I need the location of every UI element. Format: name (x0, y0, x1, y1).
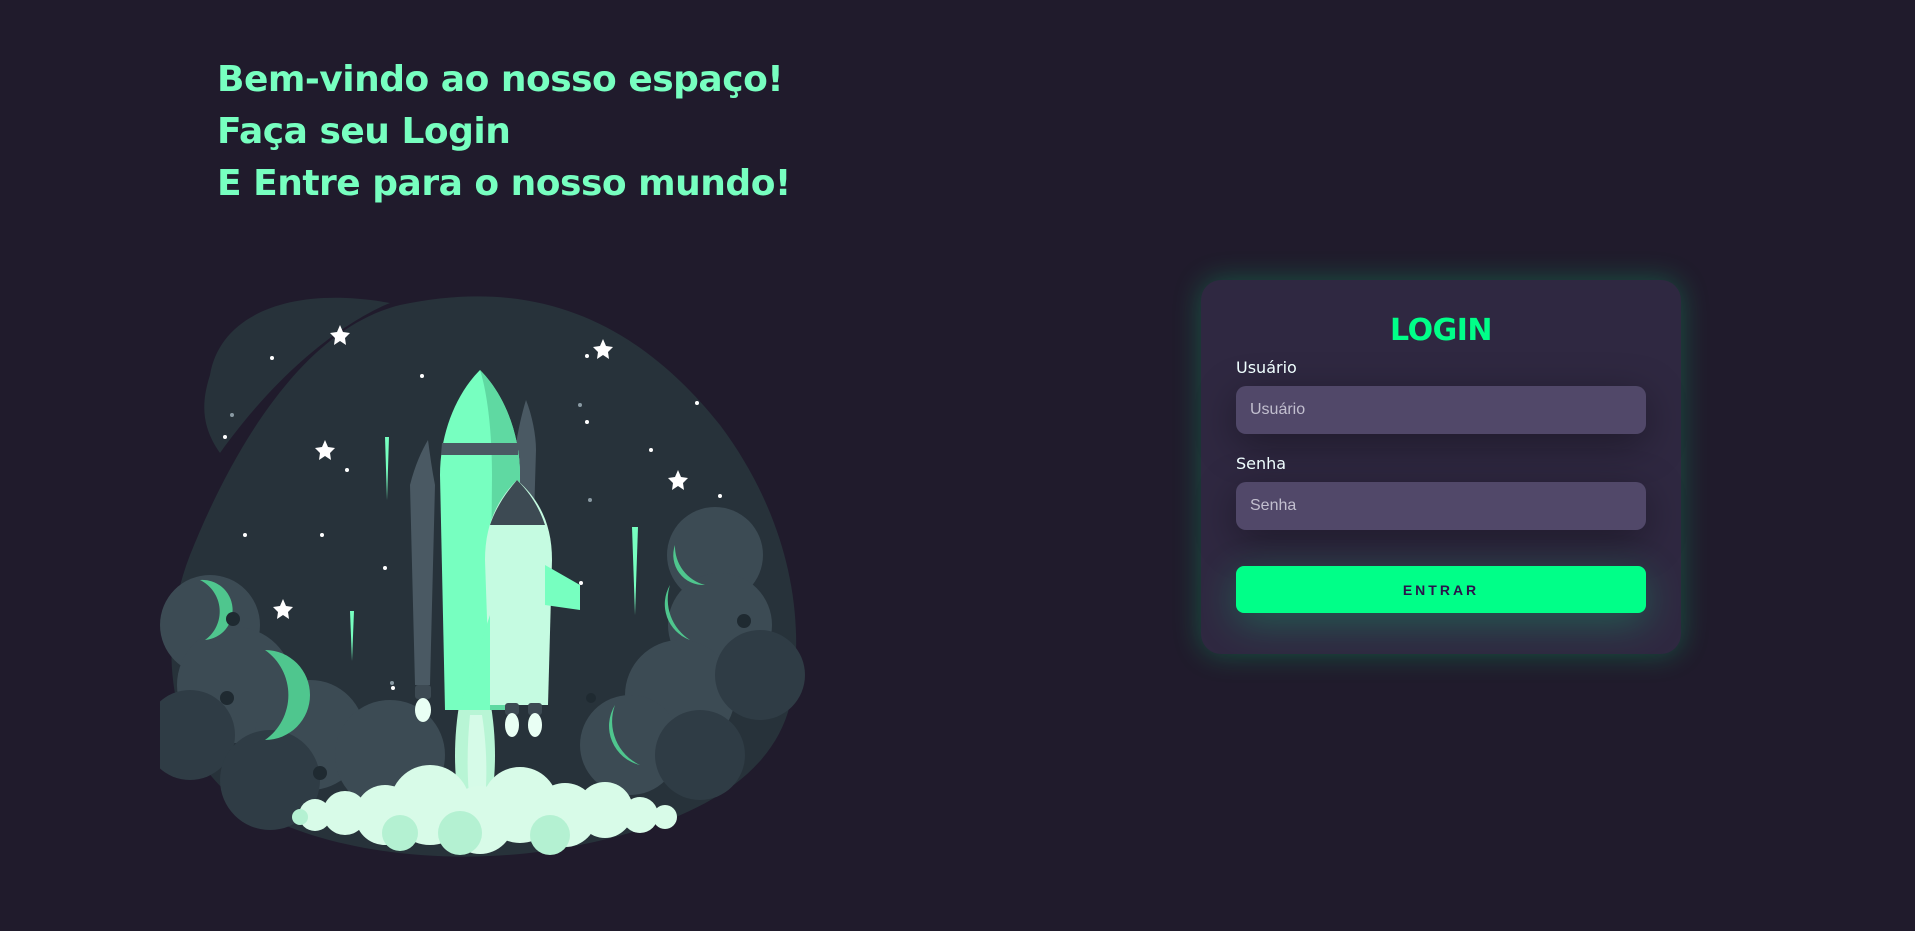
rocket-launch-illustration (160, 296, 805, 857)
password-label: Senha (1236, 454, 1287, 473)
username-label: Usuário (1236, 358, 1297, 377)
welcome-line-3: E Entre para o nosso mundo! (217, 163, 791, 204)
welcome-line-2: Faça seu Login (217, 111, 511, 152)
login-page: Bem-vindo ao nosso espaço! Faça seu Logi… (0, 0, 1915, 931)
welcome-heading: Bem-vindo ao nosso espaço! Faça seu Logi… (217, 54, 791, 210)
username-input[interactable] (1236, 386, 1646, 434)
welcome-line-1: Bem-vindo ao nosso espaço! (217, 59, 784, 100)
login-card: LOGIN Usuário Senha ENTRAR (1201, 280, 1681, 654)
password-input[interactable] (1236, 482, 1646, 530)
login-submit-button[interactable]: ENTRAR (1236, 566, 1646, 613)
login-title: LOGIN (1390, 313, 1492, 348)
